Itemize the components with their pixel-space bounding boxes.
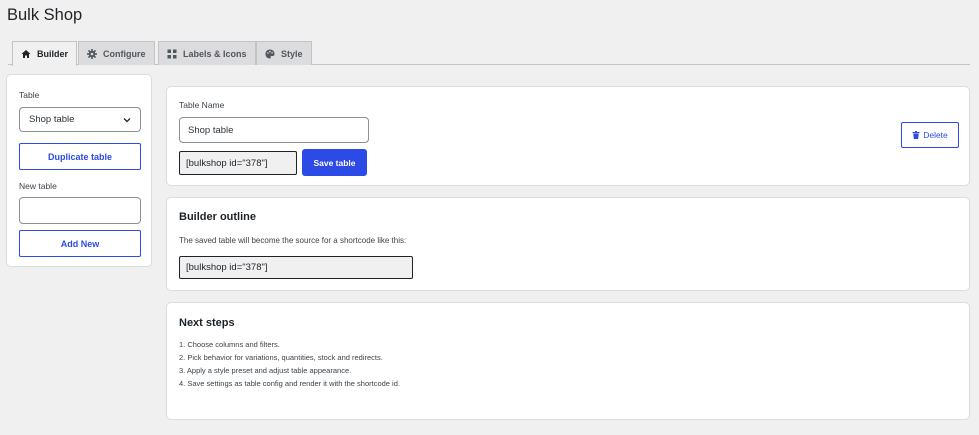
trash-icon [912,131,920,139]
tab-labels-icons[interactable]: Labels & Icons [158,41,256,65]
table-name-label: Table Name [179,100,225,110]
sidebar-panel: Table Shop table Duplicate table New tab… [6,74,152,267]
table-label: Table [19,90,40,100]
next-steps-card: Next steps 1. Choose columns and filters… [166,302,970,420]
shortcode-field[interactable]: [bulkshop id="378"] [179,151,297,175]
tab-label: Builder [37,49,69,59]
list-item: 3. Apply a style preset and adjust table… [179,366,352,375]
table-settings-card: Table Name Shop table [bulkshop id="378"… [166,86,970,186]
table-select[interactable]: Shop table [19,107,141,132]
list-item: 2. Pick behavior for variations, quantit… [179,353,383,362]
tab-label: Configure [103,48,146,59]
page-title: Bulk Shop [7,6,83,24]
tab-style[interactable]: Style [256,41,312,65]
builder-outline-card: Builder outline The saved table will bec… [166,197,970,291]
table-name-input[interactable]: Shop table [179,117,369,143]
tab-label: Labels & Icons [183,48,247,59]
tab-builder[interactable]: Builder [12,41,78,66]
save-table-button[interactable]: Save table [302,149,367,176]
duplicate-table-button[interactable]: Duplicate table [19,143,141,170]
tab-label: Style [281,48,303,59]
add-new-button[interactable]: Add New [19,230,141,257]
grid-icon [167,49,177,59]
tab-bar: Builder Configure Labels & Icons Style [8,41,970,66]
table-select-value: Shop table [29,114,75,125]
gear-icon [87,48,97,59]
chevron-down-icon [123,118,131,123]
list-item: 1. Choose columns and filters. [179,340,280,349]
list-item: 4. Save settings as table config and ren… [179,379,400,388]
builder-outline-description: The saved table will become the source f… [179,236,407,245]
home-icon [21,49,31,59]
tab-configure[interactable]: Configure [78,41,155,65]
new-table-input[interactable] [19,197,141,224]
delete-button[interactable]: Delete [901,122,959,148]
new-table-label: New table [19,181,57,191]
palette-icon [265,49,275,59]
builder-outline-title: Builder outline [179,211,256,223]
outline-shortcode[interactable]: [bulkshop id="378"] [179,256,413,279]
next-steps-list: 1. Choose columns and filters. 2. Pick b… [179,338,400,390]
delete-label: Delete [923,130,948,140]
next-steps-title: Next steps [179,317,235,329]
